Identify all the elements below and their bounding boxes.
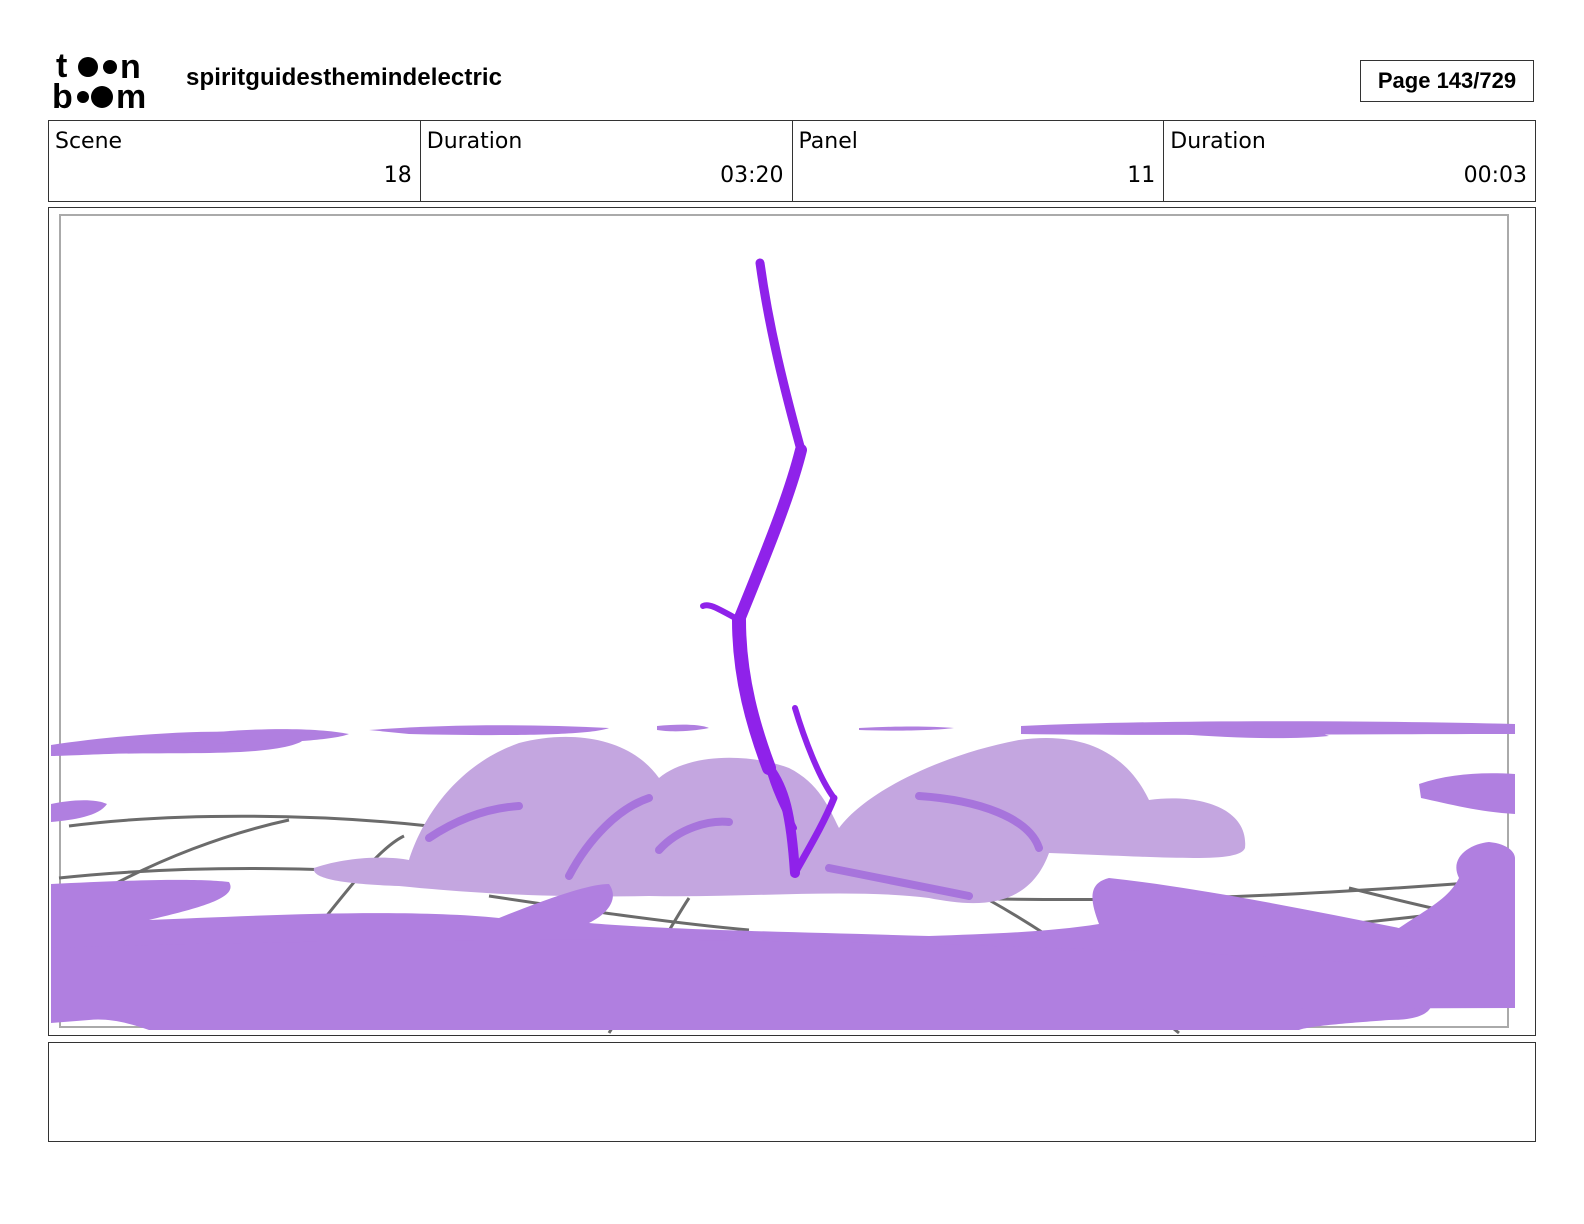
notes-box: [48, 1042, 1536, 1142]
toonboom-logo: t n b m: [52, 47, 164, 116]
panel-duration-label: Duration: [1170, 129, 1266, 154]
svg-text:b: b: [52, 78, 73, 112]
project-title: spiritguidesthemindelectric: [186, 64, 503, 91]
scene-value: 18: [383, 163, 412, 188]
panel-label: Panel: [798, 129, 858, 154]
scene-duration-value: 03:20: [720, 163, 784, 188]
scene-cell: Scene 18: [49, 121, 421, 201]
safe-frame: [59, 214, 1509, 1028]
page-indicator: Page 143/729: [1360, 60, 1534, 102]
svg-text:m: m: [116, 78, 146, 112]
scene-duration-cell: Duration 03:20: [421, 121, 793, 201]
panel-cell: Panel 11: [793, 121, 1165, 201]
scene-duration-label: Duration: [426, 129, 523, 154]
panel-info-table: Scene 18 Duration 03:20 Panel 11 Duratio…: [48, 120, 1536, 202]
panel-value: 11: [1127, 163, 1156, 188]
panel-duration-cell: Duration 00:03: [1164, 121, 1535, 201]
scene-label: Scene: [55, 129, 123, 154]
panel-duration-value: 00:03: [1463, 163, 1527, 188]
storyboard-panel-image: [48, 207, 1536, 1036]
